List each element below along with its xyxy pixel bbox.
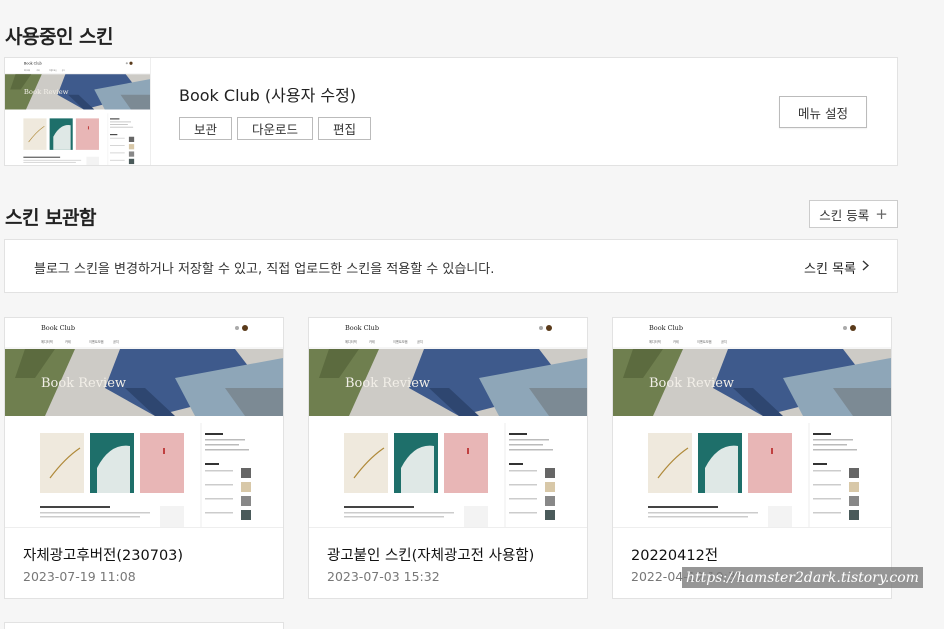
svg-text:에디터픽: 에디터픽	[41, 339, 53, 344]
svg-text:Book Club: Book Club	[24, 61, 43, 65]
download-button[interactable]: 다운로드	[237, 117, 314, 140]
skin-card-partial[interactable]	[4, 622, 284, 629]
svg-text:Book Club: Book Club	[41, 324, 75, 332]
svg-text:에디터픽: 에디터픽	[24, 69, 31, 72]
skin-name: 광고붙인 스킨(자체광고전 사용함)	[327, 548, 535, 564]
svg-text:Book Club: Book Club	[649, 324, 683, 332]
svg-text:이벤트모음: 이벤트모음	[697, 339, 712, 344]
skin-card[interactable]: Book Club 에디터픽 카테 이벤트모음 공지 Book Review 자체광고…	[4, 317, 284, 599]
skin-thumbnail[interactable]: Book Club 에디터픽 카테 이벤트모음 공지 Book Review	[309, 318, 587, 528]
svg-text:에디터픽: 에디터픽	[649, 339, 661, 344]
plus-icon: +	[875, 205, 888, 223]
svg-text:Book Review: Book Review	[649, 376, 734, 391]
skin-list-link[interactable]: 스킨 목록	[804, 258, 870, 277]
skin-date: 2023-07-19 11:08	[23, 569, 136, 584]
svg-text:Book Club: Book Club	[345, 324, 379, 332]
edit-button[interactable]: 편집	[318, 117, 372, 140]
svg-text:공지: 공지	[417, 339, 423, 344]
svg-text:Book Review: Book Review	[41, 376, 126, 391]
archive-button[interactable]: 보관	[179, 117, 233, 140]
menu-settings-button[interactable]: 메뉴 설정	[779, 96, 867, 128]
skin-list-label: 스킨 목록	[804, 262, 856, 277]
skin-info-bar: 블로그 스킨을 변경하거나 저장할 수 있고, 직접 업로드한 스킨을 적용할 …	[4, 239, 898, 293]
skin-info-text: 블로그 스킨을 변경하거나 저장할 수 있고, 직접 업로드한 스킨을 적용할 …	[34, 262, 495, 277]
register-skin-button[interactable]: 스킨 등록 +	[809, 200, 898, 228]
svg-text:카테: 카테	[65, 339, 71, 344]
skin-card-list: Book Club 에디터픽 카테 이벤트모음 공지 Book Review 자체광고…	[4, 317, 892, 599]
chevron-right-icon	[862, 260, 870, 275]
skin-name: 자체광고후버전(230703)	[23, 548, 184, 564]
skin-date: 2023-07-03 15:32	[327, 569, 440, 584]
svg-text:Book Review: Book Review	[345, 376, 430, 391]
svg-text:공지: 공지	[721, 339, 727, 344]
svg-text:공지: 공지	[113, 339, 119, 344]
skin-thumbnail[interactable]: Book Club 에디터픽 카테 이벤트모음 공지 Book Review	[5, 318, 283, 528]
watermark: https://hamster2dark.tistory.com	[682, 567, 923, 588]
current-skin-card: Book Club 에디터픽 카테 이벤트모음 공지 Book Review Book…	[4, 57, 898, 166]
svg-text:카테: 카테	[37, 69, 41, 72]
svg-text:에디터픽: 에디터픽	[345, 339, 357, 344]
svg-text:공지: 공지	[62, 69, 66, 72]
current-skin-name: Book Club (사용자 수정)	[179, 86, 357, 105]
skin-storage-title: 스킨 보관함	[5, 207, 97, 229]
svg-text:이벤트모음: 이벤트모음	[393, 339, 408, 344]
skin-card[interactable]: Book Club 에디터픽 카테 이벤트모음 공지 Book Review 광고붙인…	[308, 317, 588, 599]
current-skin-title: 사용중인 스킨	[5, 26, 114, 48]
svg-text:이벤트모음: 이벤트모음	[89, 339, 104, 344]
skin-thumbnail[interactable]: Book Club 에디터픽 카테 이벤트모음 공지 Book Review	[613, 318, 891, 528]
register-skin-label: 스킨 등록	[819, 207, 870, 223]
svg-text:Book Review: Book Review	[24, 88, 69, 96]
svg-text:이벤트모음: 이벤트모음	[49, 69, 57, 72]
svg-text:카테: 카테	[369, 339, 375, 344]
skin-name: 20220412전	[631, 548, 719, 564]
current-skin-thumbnail: Book Club 에디터픽 카테 이벤트모음 공지 Book Review	[5, 58, 151, 165]
current-skin-actions: 보관 다운로드 편집	[179, 117, 372, 140]
svg-text:카테: 카테	[673, 339, 679, 344]
skin-card[interactable]: Book Club 에디터픽 카테 이벤트모음 공지 Book Review 2022…	[612, 317, 892, 599]
